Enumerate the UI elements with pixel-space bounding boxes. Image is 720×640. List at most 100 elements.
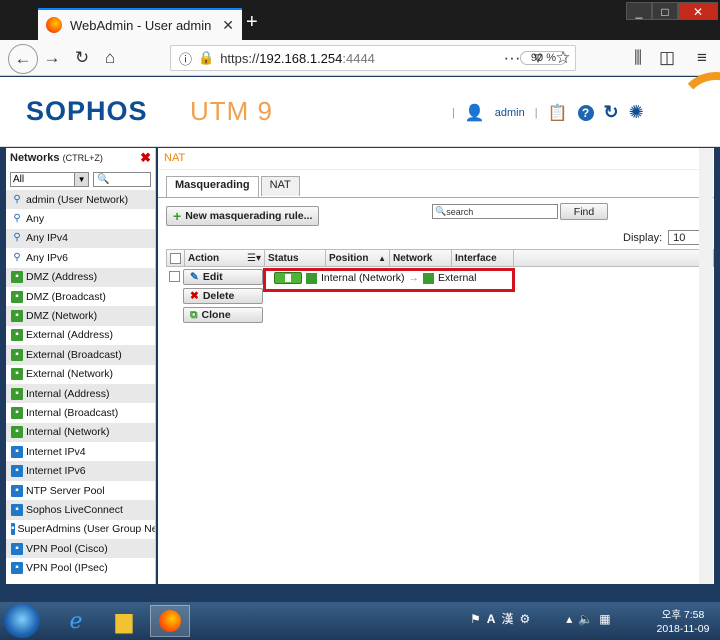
network-list-item[interactable]: ▪ DMZ (Broadcast) xyxy=(6,287,155,306)
network-list-item[interactable]: ⚲ Any IPv4 xyxy=(6,228,155,249)
network-type-select[interactable]: All ▼ xyxy=(10,171,90,187)
close-window-button[interactable]: ✕ xyxy=(678,2,718,20)
browser-tab[interactable]: WebAdmin - User admin - De ✕ xyxy=(38,8,242,40)
tab-masquerading[interactable]: Masquerading xyxy=(166,176,259,197)
col-position[interactable]: Position ▲ xyxy=(326,250,390,266)
row-checkbox[interactable] xyxy=(169,271,180,282)
firefox-taskbar-icon[interactable] xyxy=(150,605,190,637)
spinner-icon: ✺ xyxy=(628,102,644,122)
col-action[interactable]: Action ☰▾ xyxy=(185,250,265,266)
network-list-item[interactable]: ▪ Internet IPv6 xyxy=(6,461,155,481)
vertical-scrollbar[interactable] xyxy=(699,148,713,584)
network-list-item[interactable]: ▪ VPN Pool (IPsec) xyxy=(6,558,155,577)
network-list-item[interactable]: ▪ VPN Pool (Cisco) xyxy=(6,539,155,559)
networks-panel-title: Networks xyxy=(10,152,60,164)
ime-settings-icon[interactable]: ⚙ xyxy=(519,612,530,626)
network-list-item[interactable]: ▪ NTP Server Pool xyxy=(6,481,155,500)
firefox-icon xyxy=(46,17,62,33)
breadcrumb[interactable]: NAT xyxy=(158,148,714,170)
network-list-item[interactable]: ▪ External (Network) xyxy=(6,365,155,384)
network-search-input[interactable]: 🔍 xyxy=(93,171,151,187)
col-interface[interactable]: Interface xyxy=(452,250,514,266)
user-name[interactable]: admin xyxy=(495,107,525,119)
close-tab-icon[interactable]: ✕ xyxy=(222,17,234,34)
network-list-item[interactable]: ▪ DMZ (Address) xyxy=(6,267,155,287)
bookmark-star-icon[interactable]: ☆ xyxy=(551,47,575,69)
network-list-label: Internal (Broadcast) xyxy=(26,406,119,419)
network-list-item[interactable]: ▪ Internal (Address) xyxy=(6,383,155,404)
network-list-item[interactable]: ▪ Internal (Broadcast) xyxy=(6,403,155,422)
network-list-item[interactable]: ⚲ Any xyxy=(6,209,155,228)
ime-mode-han[interactable]: 漢 xyxy=(501,610,513,627)
library-icon[interactable]: ⫼ xyxy=(626,47,650,69)
clock-time: 오후 7:58 xyxy=(661,609,705,621)
tab-nat[interactable]: NAT xyxy=(260,176,300,196)
network-list-label: VPN Pool (Cisco) xyxy=(26,542,108,555)
clone-icon: ⧉ xyxy=(190,308,198,321)
user-area: | 👤 admin | 📋 ? ↻ ✺ xyxy=(452,102,644,123)
menu-icon[interactable]: ≡ xyxy=(690,47,714,69)
network-list-item[interactable]: ⚲ Any IPv6 xyxy=(6,248,155,267)
network-list-item[interactable]: ▪ Sophos LiveConnect xyxy=(6,500,155,520)
network-list-item[interactable]: ▪ External (Broadcast) xyxy=(6,345,155,365)
home-icon[interactable]: ⌂ xyxy=(98,47,122,69)
networks-panel: Networks (CTRL+Z) ✖ All ▼ 🔍 ⚲ admin (User … xyxy=(6,148,156,584)
select-all-checkbox[interactable] xyxy=(170,252,181,264)
reload-icon[interactable]: ↻ xyxy=(604,102,619,123)
network-list-label: DMZ (Broadcast) xyxy=(26,290,106,303)
interface-network-icon: ▪ xyxy=(11,310,23,323)
clock[interactable]: 오후 7:58 2018-11-09 xyxy=(650,608,716,636)
sidebar-icon[interactable]: ◫ xyxy=(655,47,679,69)
clone-button[interactable]: ⧉ Clone xyxy=(183,307,263,323)
network-list-label: Any xyxy=(26,213,45,226)
delete-button[interactable]: ✖ Delete xyxy=(183,288,263,304)
page-actions-icon[interactable]: ··· xyxy=(500,47,524,69)
col-position-label: Position xyxy=(329,252,369,264)
find-button[interactable]: Find xyxy=(560,203,608,220)
explorer-folder-icon[interactable]: ▆ xyxy=(104,605,144,637)
back-icon[interactable]: ← xyxy=(8,44,38,74)
interface-network-icon: ▪ xyxy=(11,271,23,284)
help-icon[interactable]: ? xyxy=(577,104,594,121)
reload-page-icon[interactable]: ↻ xyxy=(70,47,94,69)
col-network[interactable]: Network xyxy=(390,250,452,266)
network-list-item[interactable]: ▪ Internal (Network) xyxy=(6,422,155,443)
minimize-button[interactable]: _ xyxy=(626,2,652,20)
chevron-up-icon[interactable]: ▴ xyxy=(566,612,572,626)
network-list-item[interactable]: ▪ SuperAdmins (User Group Ne xyxy=(6,520,155,539)
edit-button[interactable]: ✎ Edit xyxy=(183,269,263,285)
url-host: 192.168.1.254 xyxy=(259,50,343,66)
rule-search-input[interactable]: 🔍 search xyxy=(432,204,558,219)
speaker-icon[interactable]: 🔈 xyxy=(578,612,593,626)
pocket-icon[interactable]: ▿ xyxy=(526,47,550,69)
info-icon[interactable]: ⓘ xyxy=(179,49,192,68)
sort-asc-icon: ▲ xyxy=(378,253,386,263)
clipboard-icon[interactable]: 📋 xyxy=(548,103,568,123)
edit-label: Edit xyxy=(202,271,223,283)
network-list-item[interactable]: ⚲ admin (User Network) xyxy=(6,190,155,210)
start-button[interactable] xyxy=(4,604,40,638)
tab-title: WebAdmin - User admin - De xyxy=(70,17,214,33)
flag-tray-icon[interactable]: ⚑ xyxy=(470,612,481,626)
forward-icon[interactable]: → xyxy=(40,47,64,69)
interface-network-icon: ▪ xyxy=(11,329,23,342)
network-tray-icon[interactable]: ▦ xyxy=(599,612,610,626)
maximize-button[interactable]: □ xyxy=(652,2,678,20)
host-network-icon: ▪ xyxy=(11,523,15,536)
close-panel-icon[interactable]: ✖ xyxy=(140,150,151,166)
network-list-item[interactable]: ▪ External (Address) xyxy=(6,326,155,345)
lock-warning-icon[interactable]: 🔒 xyxy=(198,50,214,66)
col-status[interactable]: Status xyxy=(265,250,326,266)
new-masquerading-rule-button[interactable]: + New masquerading rule... xyxy=(166,206,320,226)
column-menu-icon[interactable]: ☰▾ xyxy=(247,253,261,264)
sophos-logo: SOPHOS xyxy=(26,96,148,126)
ime-mode-a[interactable]: A xyxy=(487,612,496,626)
new-tab-button[interactable]: + xyxy=(246,10,266,34)
host-network-icon: ▪ xyxy=(11,484,23,497)
ie-icon[interactable]: ℯ xyxy=(56,605,96,637)
url-scheme: https:// xyxy=(220,50,260,66)
main-content: NAT Masquerading NAT + New masquerading … xyxy=(158,148,714,584)
network-list-item[interactable]: ▪ Internet IPv4 xyxy=(6,442,155,461)
network-list-item[interactable]: ▪ DMZ (Network) xyxy=(6,306,155,326)
url-port: :4444 xyxy=(342,50,375,66)
